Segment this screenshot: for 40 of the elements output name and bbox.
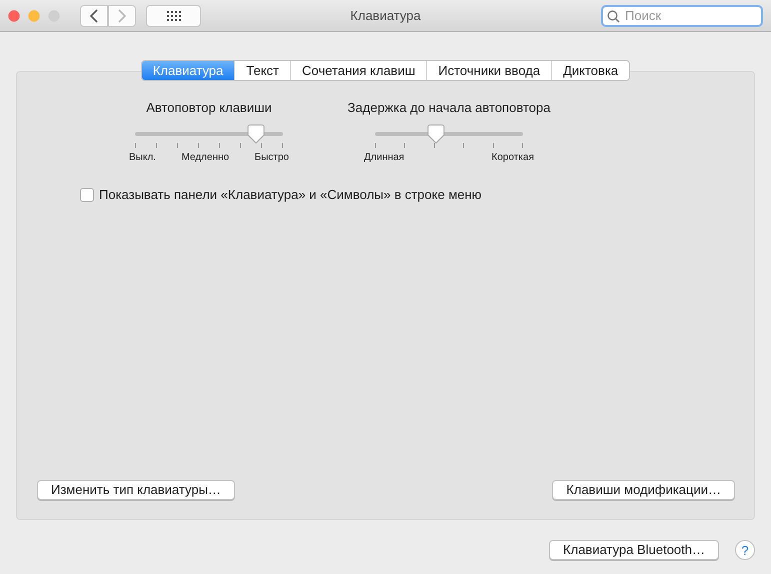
tick-label: Выкл. [129, 152, 156, 163]
tick-mark [240, 143, 241, 148]
tick-mark [522, 143, 523, 148]
tick-mark [434, 143, 435, 148]
tick-mark [219, 143, 220, 148]
tick-mark [156, 143, 157, 148]
bluetooth-keyboard-button[interactable]: Клавиатура Bluetooth… [549, 540, 719, 560]
show-all-button[interactable] [146, 4, 201, 26]
window-title: Клавиатура [350, 8, 421, 23]
slider-thumb[interactable] [247, 124, 266, 144]
slider-title: Задержка до начала автоповтора [348, 100, 550, 115]
checkbox[interactable] [80, 188, 94, 202]
tick-mark [198, 143, 199, 148]
chevron-right-icon [118, 8, 126, 22]
search-field[interactable]: Поиск [601, 4, 763, 26]
tick-mark [404, 143, 406, 148]
tick-mark [177, 143, 178, 148]
tick-label: Длинная [364, 152, 404, 163]
checkbox-label: Показывать панели «Клавиатура» и «Символы» в строке меню [99, 187, 482, 202]
tick-mark [375, 143, 376, 148]
back-button[interactable] [80, 4, 108, 26]
close-icon[interactable] [8, 10, 20, 22]
help-button[interactable]: ? [735, 540, 755, 560]
tick-mark [282, 143, 283, 148]
tab[interactable]: Диктовка [551, 61, 630, 80]
modifier-keys-button[interactable]: Клавиши модификации… [552, 480, 735, 500]
minimize-icon[interactable] [28, 10, 40, 22]
tick-label: Короткая [492, 152, 534, 163]
chevron-left-icon [90, 8, 98, 22]
search-icon [607, 10, 620, 22]
tick-label: Быстро [254, 152, 289, 163]
tick-mark [463, 143, 464, 148]
slider-thumb[interactable] [426, 124, 445, 144]
slider-title: Автоповтор клавиши [146, 100, 272, 115]
tick-mark [261, 143, 262, 148]
change-keyboard-type-button[interactable]: Изменить тип клавиатуры… [37, 480, 235, 500]
tick-mark [492, 143, 494, 148]
tick-label: Медленно [181, 152, 230, 163]
tick-mark [135, 143, 136, 148]
grid-icon [166, 10, 180, 20]
